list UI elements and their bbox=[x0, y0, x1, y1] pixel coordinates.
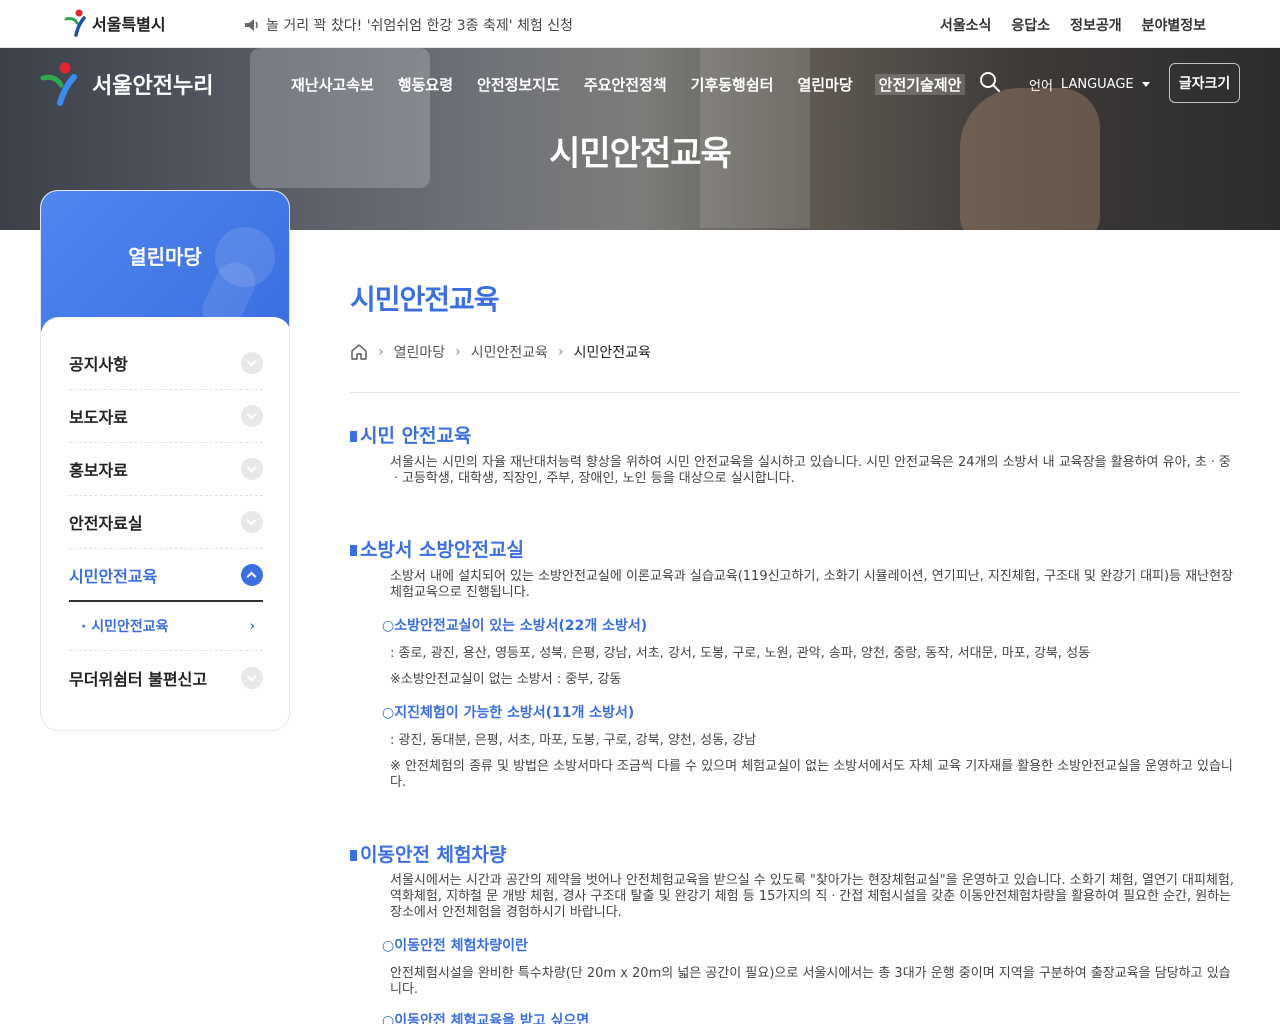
notice-ticker[interactable]: 놀 거리 꽉 찼다! '쉬엄쉬엄 한강 3종 축제' 체험 신청 bbox=[244, 15, 573, 35]
seoul-logo[interactable]: 서울특별시 bbox=[64, 9, 166, 37]
square-bullet-icon bbox=[350, 431, 357, 442]
brand-logo-icon bbox=[40, 62, 77, 106]
sidebar-item-label: 시민안전교육 bbox=[69, 566, 158, 586]
sidebar-item-label: 공지사항 bbox=[69, 355, 128, 374]
brand-name: 서울안전누리 bbox=[92, 74, 214, 99]
language-value: LANGUAGE bbox=[1060, 77, 1134, 92]
language-select[interactable]: 언어 LANGUAGE bbox=[1029, 75, 1150, 94]
util-link-news[interactable]: 서울소식 bbox=[940, 15, 992, 35]
nav-disaster-news[interactable]: 재난사고속보 bbox=[289, 74, 376, 95]
square-bullet-icon bbox=[350, 850, 357, 861]
chevron-down-icon bbox=[241, 511, 263, 533]
hero-title: 시민안전교육 bbox=[549, 134, 732, 174]
subsection-title: ○소방안전교실이 있는 소방서(22개 소방서) bbox=[382, 618, 648, 634]
util-link-response[interactable]: 응답소 bbox=[1011, 15, 1050, 35]
section-paragraph: 서울시는 시민의 자율 재난대처능력 향상을 위하여 시민 안전교육을 실시하고… bbox=[390, 455, 1231, 486]
brand-logo[interactable]: 서울안전누리 bbox=[40, 62, 213, 106]
section-title-text: 이동안전 체험차량 bbox=[360, 844, 507, 866]
sidebar-item-archive[interactable]: 안전자료실 bbox=[69, 496, 263, 549]
caret-down-icon bbox=[1141, 82, 1150, 87]
sidebar-menu: 공지사항 보도자료 홍보자료 안전자료실 시민안전교육 · 시민안전교육 › 무… bbox=[41, 317, 289, 730]
subsection-title: ○지진체험이 가능한 소방서(11개 소방서) bbox=[382, 705, 635, 721]
chevron-right-icon: › bbox=[558, 344, 564, 360]
sidebar-subitem-label: · 시민안전교육 bbox=[81, 619, 169, 635]
sidebar-item-heat-shelter-report[interactable]: 무더위쉼터 불편신고 bbox=[69, 651, 263, 704]
section-paragraph: 서울시에서는 시간과 공간의 제약을 벗어나 안전체험교육을 받으실 수 있도록… bbox=[390, 873, 1234, 920]
nav-open-forum[interactable]: 열린마당 bbox=[795, 74, 854, 95]
sidebar-item-citizen-education[interactable]: 시민안전교육 bbox=[69, 549, 263, 602]
station-list: : 종로, 광진, 용산, 영등포, 성북, 은평, 강남, 서초, 강서, 도… bbox=[390, 646, 1091, 661]
note-text: ※소방안전교실이 없는 소방서 : 중부, 강동 bbox=[390, 672, 622, 687]
utility-bar: 서울특별시 놀 거리 꽉 찼다! '쉬엄쉬엄 한강 3종 축제' 체험 신청 서… bbox=[0, 0, 1280, 48]
section-title: 이동안전 체험차량 bbox=[350, 840, 506, 867]
notice-text[interactable]: 놀 거리 꽉 찼다! '쉬엄쉬엄 한강 3종 축제' 체험 신청 bbox=[266, 15, 573, 35]
breadcrumb-current: 시민안전교육 bbox=[573, 345, 651, 361]
section-title-text: 소방서 소방안전교실 bbox=[360, 539, 524, 561]
nav-action-guide[interactable]: 행동요령 bbox=[396, 74, 455, 95]
breadcrumb-item[interactable]: 열린마당 bbox=[394, 342, 446, 362]
chevron-down-icon bbox=[241, 666, 263, 689]
sidebar-item-label: 홍보자료 bbox=[69, 461, 128, 480]
note-text: ※ 안전체험의 종류 및 방법은 소방서마다 조금씩 다를 수 있으며 체험교실… bbox=[390, 759, 1233, 790]
breadcrumb: › 열린마당 › 시민안전교육 › 시민안전교육 bbox=[350, 342, 651, 362]
sidebar-title: 열린마당 bbox=[128, 245, 202, 269]
nav-safety-policy[interactable]: 주요안전정책 bbox=[582, 74, 669, 95]
nav-safety-map[interactable]: 안전정보지도 bbox=[475, 74, 562, 95]
sidebar-item-press[interactable]: 보도자료 bbox=[69, 390, 263, 443]
chevron-right-icon: › bbox=[378, 344, 384, 360]
util-link-disclosure[interactable]: 정보공개 bbox=[1070, 15, 1122, 35]
sidebar-item-label: 보도자료 bbox=[69, 408, 128, 427]
chevron-right-icon: › bbox=[249, 618, 255, 634]
chevron-down-icon bbox=[241, 405, 263, 427]
sidebar-item-promo[interactable]: 홍보자료 bbox=[69, 443, 263, 496]
search-icon[interactable] bbox=[978, 70, 1002, 94]
speaker-icon bbox=[245, 19, 258, 31]
chevron-up-icon bbox=[241, 563, 263, 586]
sidebar-item-notice[interactable]: 공지사항 bbox=[69, 337, 263, 390]
nav-tech-proposal[interactable]: 안전기술제안 bbox=[874, 74, 966, 95]
sidebar-subitem-citizen-education[interactable]: · 시민안전교육 › bbox=[69, 602, 263, 651]
sidebar-header: 열린마당 bbox=[41, 191, 289, 337]
subsection-title: ○이동안전 체험차량이란 bbox=[382, 938, 528, 954]
chevron-right-icon: › bbox=[455, 344, 461, 360]
language-label: 언어 bbox=[1029, 79, 1053, 94]
divider bbox=[350, 392, 1240, 393]
seoul-logo-text: 서울특별시 bbox=[92, 15, 166, 34]
breadcrumb-item[interactable]: 시민안전교육 bbox=[471, 342, 548, 362]
util-link-field-info[interactable]: 분야별정보 bbox=[1142, 15, 1206, 35]
font-size-button[interactable]: 글자크기 bbox=[1169, 63, 1240, 103]
square-bullet-icon bbox=[350, 545, 357, 556]
chevron-down-icon bbox=[241, 352, 263, 374]
sidebar: 열린마당 공지사항 보도자료 홍보자료 안전자료실 시민안전교육 · 시민안전교… bbox=[40, 190, 290, 731]
chevron-down-icon bbox=[241, 458, 263, 480]
section-title: 소방서 소방안전교실 bbox=[350, 535, 524, 562]
section-title-text: 시민 안전교육 bbox=[360, 425, 472, 447]
sidebar-item-label: 무더위쉼터 불편신고 bbox=[69, 669, 208, 689]
sidebar-item-label: 안전자료실 bbox=[69, 514, 143, 533]
station-list: : 광진, 동대분, 은평, 서초, 마포, 도봉, 구로, 강북, 양천, 성… bbox=[390, 733, 757, 748]
main-nav: 재난사고속보 행동요령 안전정보지도 주요안전정책 기후동행쉼터 열린마당 안전… bbox=[289, 74, 966, 95]
subsection-title: ○이동안전 체험교육을 받고 싶으면 bbox=[382, 1013, 590, 1024]
section-title: 시민 안전교육 bbox=[350, 421, 472, 448]
page-title: 시민안전교육 bbox=[350, 283, 500, 316]
home-icon[interactable] bbox=[350, 343, 368, 361]
section-paragraph: 안전체험시설을 완비한 특수차량(단 20m x 20m의 넓은 공간이 필요)… bbox=[390, 966, 1231, 997]
seoul-logo-icon bbox=[64, 9, 86, 37]
nav-climate-shelter[interactable]: 기후동행쉼터 bbox=[689, 74, 776, 95]
utility-links: 서울소식 응답소 정보공개 분야별정보 bbox=[940, 15, 1206, 35]
section-paragraph: 소방서 내에 설치되어 있는 소방안전교실에 이론교육과 실습교육(119신고하… bbox=[390, 569, 1234, 600]
